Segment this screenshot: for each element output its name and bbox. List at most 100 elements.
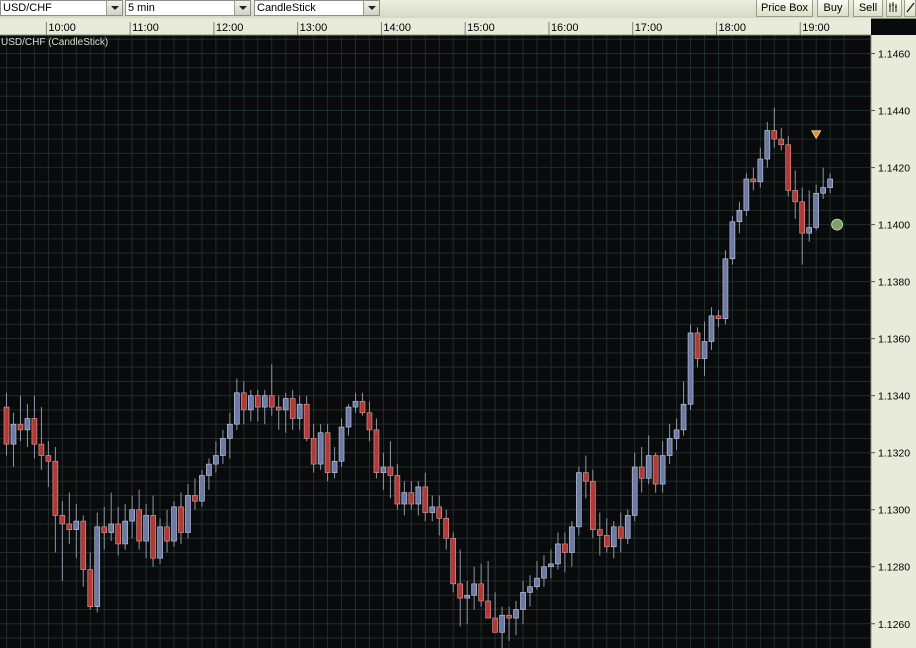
candle-body-up xyxy=(345,406,352,428)
candle-body-up xyxy=(129,509,135,522)
candle-body-down xyxy=(638,466,645,479)
x-tick-label: 16:00 xyxy=(551,22,579,34)
candle-body-down xyxy=(164,526,170,542)
candle-body-up xyxy=(143,515,149,542)
candle xyxy=(324,424,331,482)
candle-body-down xyxy=(478,583,484,602)
candle-body-down xyxy=(268,395,275,408)
candle-body-up xyxy=(220,438,226,456)
candle xyxy=(743,173,750,217)
candle-body-up xyxy=(317,432,324,465)
candle-body-down xyxy=(603,535,610,548)
chevron-down-icon[interactable] xyxy=(106,1,122,15)
candle-body-up xyxy=(624,515,631,539)
candle-body-down xyxy=(150,515,156,559)
candle xyxy=(729,216,736,265)
candle-body-up xyxy=(813,192,819,228)
candle-body-up xyxy=(282,398,289,411)
candle-body-down xyxy=(38,443,45,456)
symbol-select[interactable]: USD/CHF xyxy=(0,0,123,16)
price-box-button[interactable]: Price Box xyxy=(756,0,813,17)
y-tick-label: 1.1380 xyxy=(878,277,910,289)
candle-body-down xyxy=(178,506,184,533)
interval-select[interactable]: 5 min xyxy=(125,0,251,16)
chevron-down-icon[interactable] xyxy=(234,1,250,15)
y-tick-label: 1.1400 xyxy=(878,220,910,232)
x-tick-label: 17:00 xyxy=(635,22,663,34)
candle-body-up xyxy=(757,158,764,183)
candle-body-down xyxy=(506,614,512,619)
candle-body-down xyxy=(394,475,401,505)
candle-body-down xyxy=(450,537,457,585)
candle-body-down xyxy=(303,403,310,439)
candle-body-up xyxy=(687,332,694,405)
candle-body-up xyxy=(331,460,338,473)
candle-body-down xyxy=(310,438,317,465)
bar-chart-button[interactable] xyxy=(886,0,902,17)
candle xyxy=(576,466,582,536)
candle-body-up xyxy=(764,130,771,160)
candle-body-up xyxy=(429,506,436,513)
candle-body-down xyxy=(583,472,589,482)
x-tick-label: 10:00 xyxy=(48,22,76,34)
candle-body-down xyxy=(101,526,108,533)
candle-body-down xyxy=(80,520,87,570)
candle-body-up xyxy=(610,526,617,548)
candle-body-down xyxy=(359,401,366,414)
candle-body-up xyxy=(701,341,708,359)
chevron-down-icon[interactable] xyxy=(363,1,379,15)
candle-body-up xyxy=(261,395,268,408)
candle-body-up xyxy=(227,423,233,439)
candle-body-up xyxy=(338,426,345,462)
candle-body-down xyxy=(408,492,415,505)
candle xyxy=(722,250,729,325)
candle-body-up xyxy=(576,472,582,528)
chart-type-select[interactable]: CandleStick xyxy=(254,0,380,16)
candle-body-up xyxy=(631,466,638,516)
candle-body-up xyxy=(415,486,422,505)
candle-body-down xyxy=(373,429,380,473)
candle-body-down xyxy=(485,600,491,619)
candle xyxy=(94,512,101,613)
candle xyxy=(171,501,177,547)
sell-button[interactable]: Sell xyxy=(853,0,883,17)
candle-body-down xyxy=(422,486,429,513)
draw-button[interactable] xyxy=(904,0,916,17)
candle-body-up xyxy=(248,395,254,411)
candle-body-up xyxy=(171,506,177,542)
candle-body-up xyxy=(569,526,575,553)
buy-marker-icon[interactable] xyxy=(831,218,844,231)
y-tick-label: 1.1460 xyxy=(878,49,910,61)
candle-body-down xyxy=(254,395,261,408)
candle-body-down xyxy=(66,523,73,530)
candle-body-down xyxy=(562,543,568,553)
candle-body-up xyxy=(820,187,826,194)
candle-body-down xyxy=(241,392,247,411)
candle-body-up xyxy=(296,403,303,419)
candle-body-up xyxy=(534,577,540,587)
candle-body-down xyxy=(785,144,792,191)
plot-area xyxy=(0,18,871,648)
candle-body-down xyxy=(136,509,142,542)
candle-body-up xyxy=(213,455,219,465)
candlestick-chart[interactable]: 10:00 11:00 12:00 13:00 14:00 15:00 16:00 17:00… xyxy=(0,18,916,648)
y-tick-label: 1.1300 xyxy=(878,505,910,517)
candle-body-up xyxy=(659,455,666,485)
x-tick-label: 12:00 xyxy=(216,22,244,34)
y-tick-label: 1.1420 xyxy=(878,163,910,175)
candle-body-up xyxy=(722,258,729,319)
candle-body-up xyxy=(806,227,813,234)
candle-body-up xyxy=(471,583,477,596)
candle-body-up xyxy=(122,520,128,545)
candle-body-up xyxy=(401,492,408,505)
candle-body-up xyxy=(680,403,687,431)
candle-body-down xyxy=(59,515,66,525)
buy-button[interactable]: Buy xyxy=(817,0,849,17)
x-tick-label: 15:00 xyxy=(467,22,495,34)
x-tick-label: 19:00 xyxy=(802,22,830,34)
candle-body-up xyxy=(827,178,833,188)
bar-chart-icon xyxy=(889,2,897,12)
symbol-select-value: USD/CHF xyxy=(3,2,52,14)
candle-body-down xyxy=(387,466,394,476)
candle-body-up xyxy=(666,438,673,456)
